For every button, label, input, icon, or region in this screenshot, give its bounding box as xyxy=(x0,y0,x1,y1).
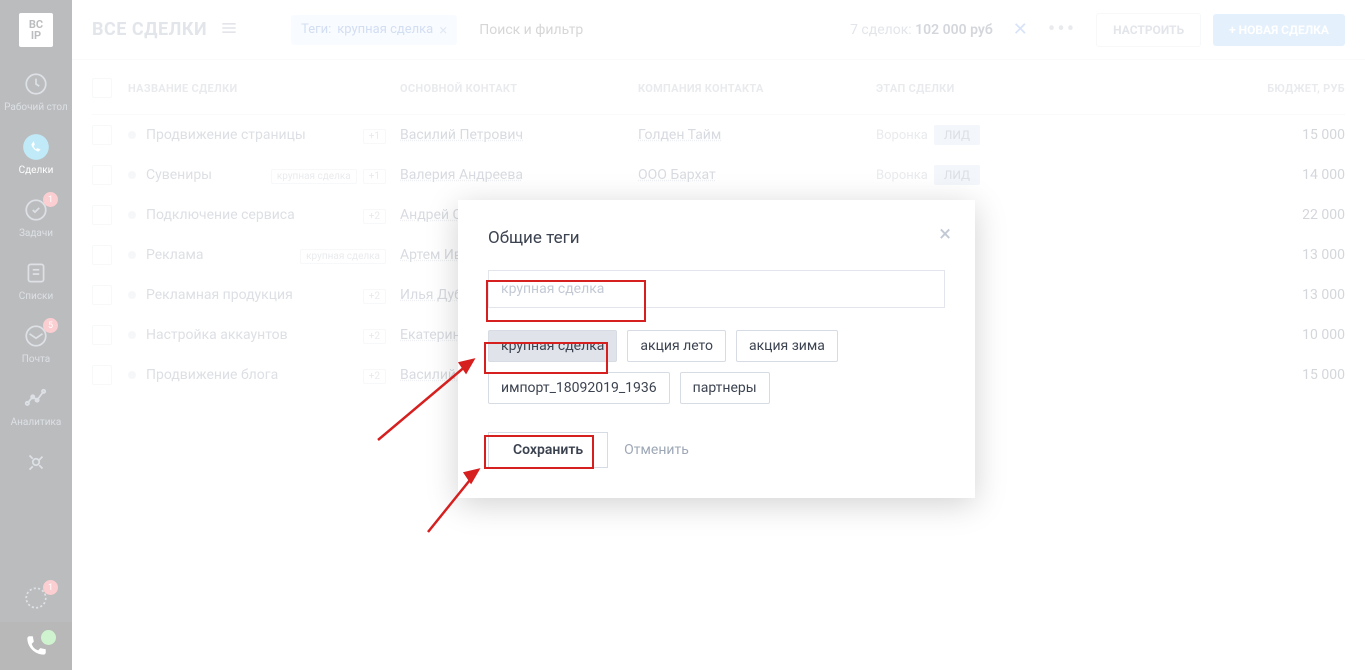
close-icon[interactable]: × xyxy=(939,222,951,247)
tag-option[interactable]: акция зима xyxy=(736,330,838,362)
tags-modal: × Общие теги крупная сделка акция лето акц… xyxy=(458,200,975,498)
tag-list: крупная сделка акция лето акция зима импорт… xyxy=(488,330,945,404)
tag-option[interactable]: партнеры xyxy=(680,372,770,404)
modal-title: Общие теги xyxy=(488,228,945,248)
tag-option[interactable]: акция лето xyxy=(627,330,726,362)
save-button[interactable]: Сохранить xyxy=(488,432,608,468)
cancel-button[interactable]: Отменить xyxy=(624,442,689,458)
tag-option[interactable]: импорт_18092019_1936 xyxy=(488,372,670,404)
tag-option[interactable]: крупная сделка xyxy=(488,330,617,362)
tag-input[interactable] xyxy=(488,270,945,308)
